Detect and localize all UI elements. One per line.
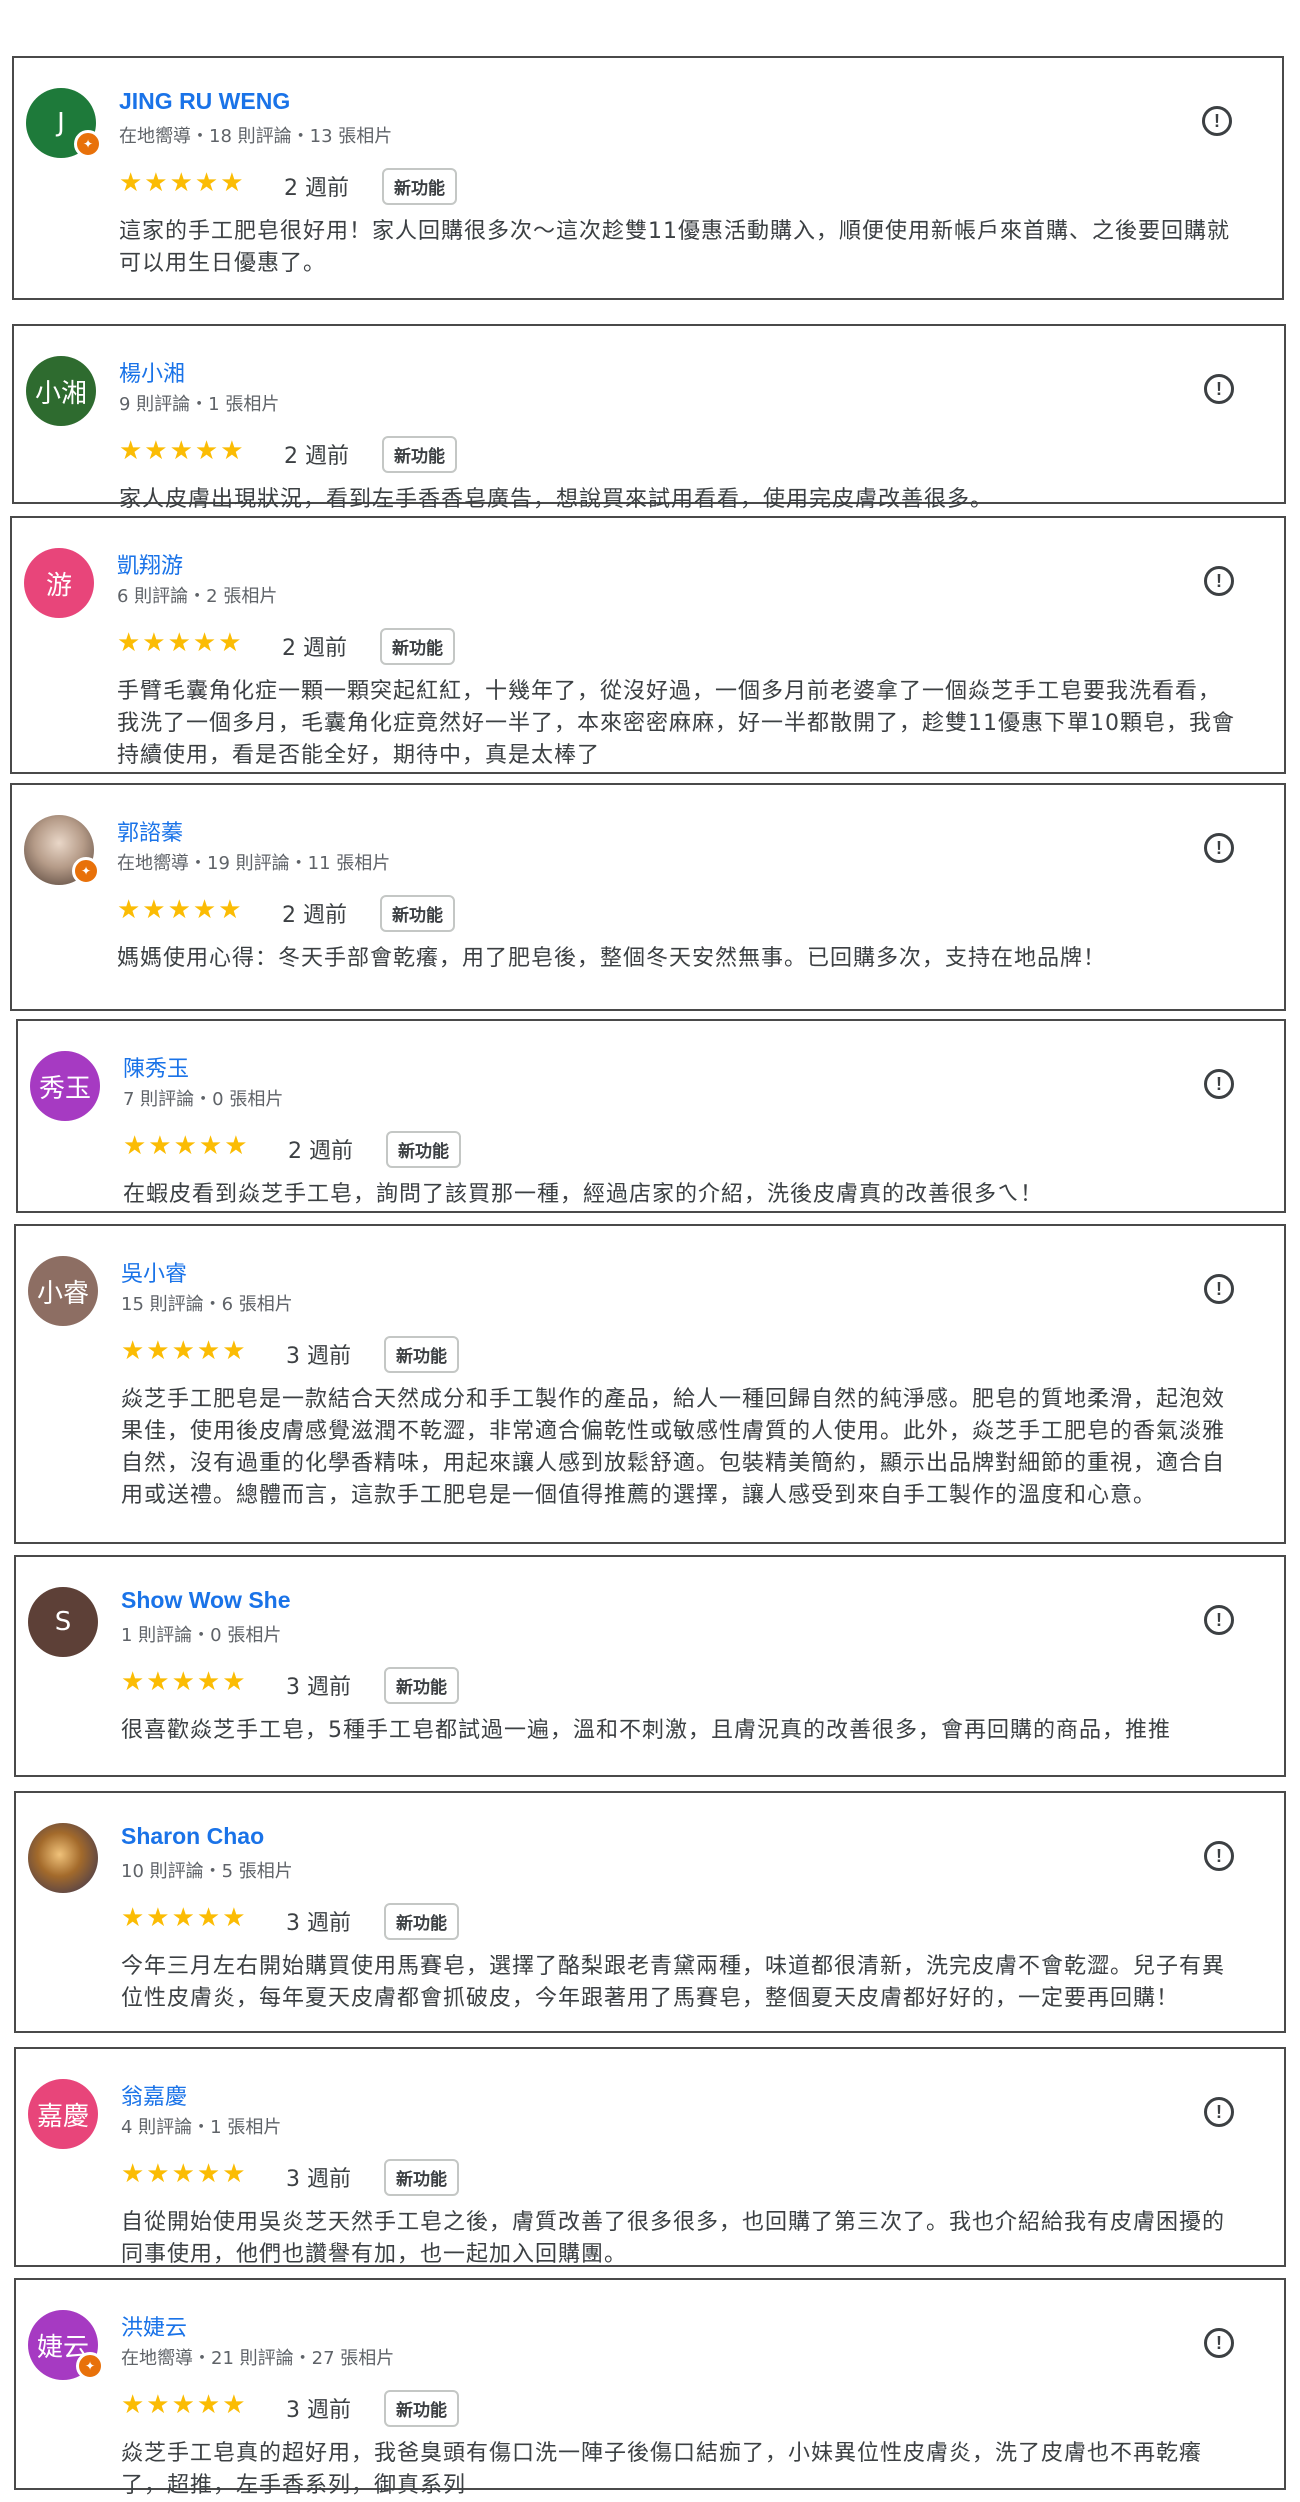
new-feature-tag: 新功能 <box>384 1667 459 1704</box>
reviewer-name[interactable]: Show Wow She <box>121 1587 291 1614</box>
review-text: 焱芝手工皂真的超好用，我爸臭頭有傷口洗一陣子後傷口結痂了，小妹異位性皮膚炎，洗了… <box>121 2441 1203 2498</box>
local-guide-badge-icon: ✦ <box>76 2352 104 2380</box>
reviewer-meta: 7 則評論・0 張相片 <box>123 1089 284 1110</box>
star-rating: ★★★★★ <box>119 168 246 198</box>
report-flag-icon[interactable]: ! <box>1204 1069 1234 1099</box>
star-rating: ★★★★★ <box>121 1667 248 1697</box>
reviewer-meta: 1 則評論・0 張相片 <box>121 1625 282 1646</box>
review-text: 這家的手工肥皂很好用！家人回購很多次～這次趁雙11優惠活動購入，順便使用新帳戶來… <box>119 219 1230 276</box>
review-card: 小湘 楊小湘 9 則評論・1 張相片! ★★★★★ 2 週前 新功能家人皮膚出現狀況，看到… <box>12 324 1286 512</box>
new-feature-tag: 新功能 <box>380 895 455 932</box>
reviewer-meta: 10 則評論・5 張相片 <box>121 1861 293 1882</box>
reviewer-name[interactable]: 洪婕云 <box>121 2310 187 2342</box>
review-time: 2 週前 <box>288 1139 353 1164</box>
reviewer-name[interactable]: JING RU WENG <box>119 88 290 115</box>
avatar[interactable]: 小睿 <box>28 1256 98 1326</box>
local-guide-badge-icon: ✦ <box>74 130 102 158</box>
new-feature-tag: 新功能 <box>384 2159 459 2196</box>
review-time: 3 週前 <box>286 1675 351 1700</box>
report-flag-icon[interactable]: ! <box>1204 1841 1234 1871</box>
new-feature-tag: 新功能 <box>382 168 457 205</box>
reviewer-meta: 在地嚮導・19 則評論・11 張相片 <box>117 853 391 874</box>
star-rating: ★★★★★ <box>123 1131 250 1161</box>
reviewer-name[interactable]: 吳小睿 <box>121 1256 187 1288</box>
new-feature-tag: 新功能 <box>384 1336 459 1373</box>
reviewer-meta: 在地嚮導・21 則評論・27 張相片 <box>121 2348 395 2369</box>
review-time: 3 週前 <box>286 1344 351 1369</box>
review-time: 2 週前 <box>284 176 349 201</box>
star-rating: ★★★★★ <box>121 2390 248 2420</box>
reviewer-meta: 9 則評論・1 張相片 <box>119 394 280 415</box>
review-card: 秀玉 陳秀玉 7 則評論・0 張相片! ★★★★★ 2 週前 新功能在蝦皮看到焱芝手工皂，… <box>16 1019 1286 1213</box>
review-card: S Show Wow She 1 則評論・0 張相片! ★★★★★ 3 週前 新功能很喜歡… <box>14 1555 1286 1777</box>
review-text: 焱芝手工肥皂是一款結合天然成分和手工製作的產品，給人一種回歸自然的純淨感。肥皂的… <box>121 1387 1226 1508</box>
review-text: 手臂毛囊角化症一顆一顆突起紅紅，十幾年了，從沒好過，一個多月前老婆拿了一個焱芝手… <box>117 679 1235 768</box>
local-guide-badge-icon: ✦ <box>72 857 100 885</box>
review-time: 2 週前 <box>282 636 347 661</box>
star-rating: ★★★★★ <box>121 1903 248 1933</box>
star-rating: ★★★★★ <box>121 1336 248 1366</box>
report-flag-icon[interactable]: ! <box>1204 1274 1234 1304</box>
reviewer-meta: 在地嚮導・18 則評論・13 張相片 <box>119 126 393 147</box>
avatar[interactable]: S <box>28 1587 98 1657</box>
report-flag-icon[interactable]: ! <box>1204 2097 1234 2127</box>
review-text: 很喜歡焱芝手工皂，5種手工皂都試過一遍，溫和不刺激，且膚況真的改善很多，會再回購… <box>121 1718 1172 1743</box>
reviewer-name[interactable]: 郭諮蓁 <box>117 815 183 847</box>
review-text: 家人皮膚出現狀況，看到左手香香皂廣告，想說買來試用看看，使用完皮膚改善很多。 <box>119 487 994 512</box>
report-flag-icon[interactable]: ! <box>1204 2328 1234 2358</box>
new-feature-tag: 新功能 <box>384 1903 459 1940</box>
review-card: 嘉慶 翁嘉慶 4 則評論・1 張相片! ★★★★★ 3 週前 新功能自從開始使用吳炎芝天然… <box>14 2047 1286 2267</box>
report-flag-icon[interactable]: ! <box>1204 833 1234 863</box>
review-time: 3 週前 <box>286 2167 351 2192</box>
reviewer-name[interactable]: 楊小湘 <box>119 356 185 388</box>
reviewer-meta: 6 則評論・2 張相片 <box>117 586 278 607</box>
star-rating: ★★★★★ <box>117 628 244 658</box>
review-text: 媽媽使用心得：冬天手部會乾癢，用了肥皂後，整個冬天安然無事。已回購多次，支持在地… <box>117 946 1107 971</box>
avatar[interactable]: 秀玉 <box>30 1051 100 1121</box>
review-time: 3 週前 <box>286 2398 351 2423</box>
reviewer-meta: 15 則評論・6 張相片 <box>121 1294 293 1315</box>
star-rating: ★★★★★ <box>121 2159 248 2189</box>
avatar[interactable]: 游 <box>24 548 94 618</box>
reviewer-name[interactable]: 凱翔游 <box>117 548 183 580</box>
reviewer-meta: 4 則評論・1 張相片 <box>121 2117 282 2138</box>
review-time: 3 週前 <box>286 1911 351 1936</box>
new-feature-tag: 新功能 <box>384 2390 459 2427</box>
review-card: J ✦ JING RU WENG 在地嚮導・18 則評論・13 張相片! ★★★★★ 2 … <box>12 56 1284 300</box>
new-feature-tag: 新功能 <box>382 436 457 473</box>
reviewer-name[interactable]: Sharon Chao <box>121 1823 264 1850</box>
avatar[interactable]: 嘉慶 <box>28 2079 98 2149</box>
review-time: 2 週前 <box>284 444 349 469</box>
review-text: 在蝦皮看到焱芝手工皂，詢問了該買那一種，經過店家的介紹，洗後皮膚真的改善很多ㄟ！ <box>123 1182 1044 1207</box>
star-rating: ★★★★★ <box>117 895 244 925</box>
review-text: 今年三月左右開始購買使用馬賽皂，選擇了酪梨跟老青黛兩種，味道都很清新，洗完皮膚不… <box>121 1954 1226 2011</box>
review-time: 2 週前 <box>282 903 347 928</box>
reviewer-name[interactable]: 翁嘉慶 <box>121 2079 187 2111</box>
avatar[interactable]: 小湘 <box>26 356 96 426</box>
reviewer-name[interactable]: 陳秀玉 <box>123 1051 189 1083</box>
review-card: 游凱翔游 6 則評論・2 張相片! ★★★★★ 2 週前 新功能手臂毛囊角化症一顆一顆突… <box>10 516 1286 774</box>
report-flag-icon[interactable]: ! <box>1202 106 1232 136</box>
report-flag-icon[interactable]: ! <box>1204 566 1234 596</box>
review-card: Sharon Chao 10 則評論・5 張相片! ★★★★★ 3 週前 新功能今年三月… <box>14 1791 1286 2033</box>
avatar[interactable] <box>28 1823 98 1893</box>
new-feature-tag: 新功能 <box>380 628 455 665</box>
review-card: ✦ 郭諮蓁在地嚮導・19 則評論・11 張相片! ★★★★★ 2 週前 新功能媽媽使用心… <box>10 783 1286 1011</box>
new-feature-tag: 新功能 <box>386 1131 461 1168</box>
report-flag-icon[interactable]: ! <box>1204 1605 1234 1635</box>
review-text: 自從開始使用吳炎芝天然手工皂之後，膚質改善了很多很多，也回購了第三次了。我也介紹… <box>121 2210 1226 2267</box>
star-rating: ★★★★★ <box>119 436 246 466</box>
review-card: 小睿 吳小睿 15 則評論・6 張相片! ★★★★★ 3 週前 新功能焱芝手工肥皂是一款結… <box>14 1224 1286 1544</box>
review-card: 婕云 ✦ 洪婕云 在地嚮導・21 則評論・27 張相片! ★★★★★ 3 週前 新功能 焱芝手… <box>14 2278 1286 2498</box>
report-flag-icon[interactable]: ! <box>1204 374 1234 404</box>
